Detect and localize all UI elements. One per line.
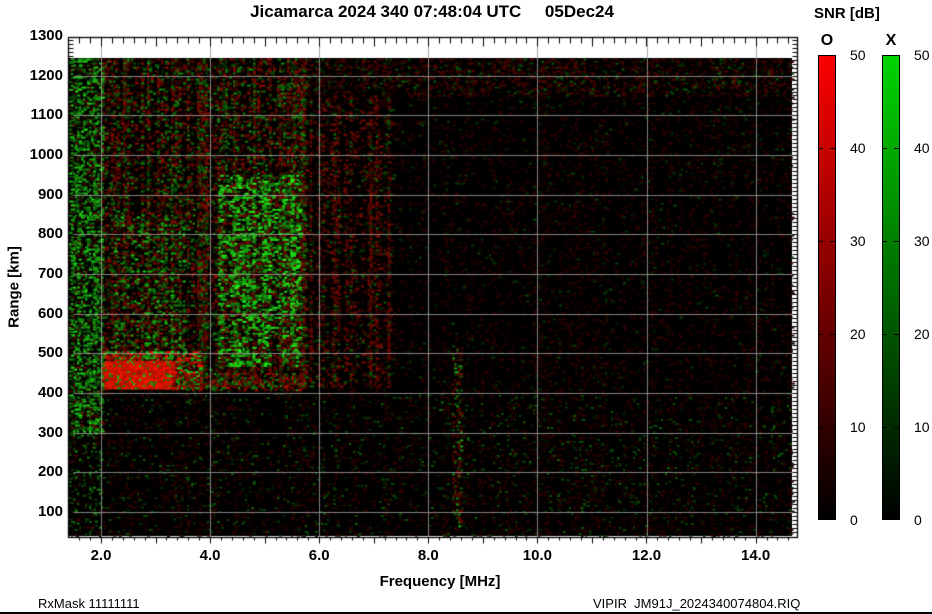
colorbar-tick-dash xyxy=(830,427,835,428)
colorbar-tick-label: 10 xyxy=(850,419,866,435)
colorbar-tick-dash xyxy=(830,334,835,335)
colorbar-o-mode-label: O xyxy=(820,32,834,49)
plot-title: Jicamarca 2024 340 07:48:04 UTC 05Dec24 xyxy=(250,2,614,21)
ionogram-page: Jicamarca 2024 340 07:48:04 UTC 05Dec24 … xyxy=(0,0,932,614)
x-colorbar xyxy=(882,55,900,520)
colorbar-tick-dash xyxy=(818,334,823,335)
y-tick-label: 600 xyxy=(37,304,63,322)
y-tick-label: 1200 xyxy=(29,66,63,84)
rxmask-text: RxMask 11111111 xyxy=(38,596,140,611)
y-tick-label: 1000 xyxy=(29,145,63,163)
y-tick-label: 800 xyxy=(37,225,63,243)
x-tick-label: 4.0 xyxy=(199,547,221,564)
x-tick-label: 10.0 xyxy=(522,547,552,564)
colorbar-tick-dash xyxy=(894,427,899,428)
colorbar-tick-label: 0 xyxy=(914,512,922,528)
y-tick-label: 1300 xyxy=(29,26,63,44)
colorbar-title: SNR [dB] xyxy=(814,5,880,22)
colorbar-tick-dash xyxy=(894,241,899,242)
x-tick-label: 6.0 xyxy=(308,547,330,564)
colorbar-tick-label: 50 xyxy=(850,47,866,63)
colorbar-x-mode-label: X xyxy=(885,32,897,49)
colorbar-tick-label: 30 xyxy=(850,233,866,249)
colorbar-tick-label: 30 xyxy=(914,233,930,249)
ionogram-canvas xyxy=(0,0,932,614)
x-tick-label: 8.0 xyxy=(417,547,439,564)
colorbar-tick-dash xyxy=(882,427,887,428)
colorbar-tick-label: 40 xyxy=(850,140,866,156)
y-tick-label: 700 xyxy=(37,264,63,282)
colorbar-tick-label: 10 xyxy=(914,419,930,435)
colorbar-tick-label: 50 xyxy=(914,47,930,63)
colorbar-tick-dash xyxy=(882,334,887,335)
y-tick-label: 500 xyxy=(37,344,63,362)
colorbar-tick-dash xyxy=(894,148,899,149)
x-tick-label: 12.0 xyxy=(631,547,662,564)
y-tick-label: 200 xyxy=(37,463,63,481)
o-colorbar xyxy=(818,55,836,520)
colorbar-tick-dash xyxy=(894,334,899,335)
x-tick-label: 14.0 xyxy=(740,547,771,564)
colorbar-tick-dash xyxy=(830,148,835,149)
y-tick-label: 900 xyxy=(37,185,63,203)
colorbar-tick-dash xyxy=(830,241,835,242)
colorbar-tick-dash xyxy=(818,241,823,242)
colorbar-tick-label: 0 xyxy=(850,512,858,528)
colorbar-tick-label: 20 xyxy=(850,326,866,342)
colorbar-tick-dash xyxy=(882,241,887,242)
x-tick-label: 2.0 xyxy=(90,547,112,564)
filename-text: VIPIR JM91J_2024340074804.RIQ xyxy=(593,596,801,611)
colorbar-tick-label: 20 xyxy=(914,326,930,342)
y-tick-label: 400 xyxy=(37,383,63,401)
colorbar-tick-dash xyxy=(882,148,887,149)
colorbar-tick-label: 40 xyxy=(914,140,930,156)
y-tick-label: 1100 xyxy=(30,106,63,124)
colorbar-tick-dash xyxy=(818,148,823,149)
y-tick-label: 300 xyxy=(37,423,63,441)
colorbar-tick-dash xyxy=(818,427,823,428)
x-axis-label: Frequency [MHz] xyxy=(379,573,501,590)
y-tick-label: 100 xyxy=(37,503,63,520)
